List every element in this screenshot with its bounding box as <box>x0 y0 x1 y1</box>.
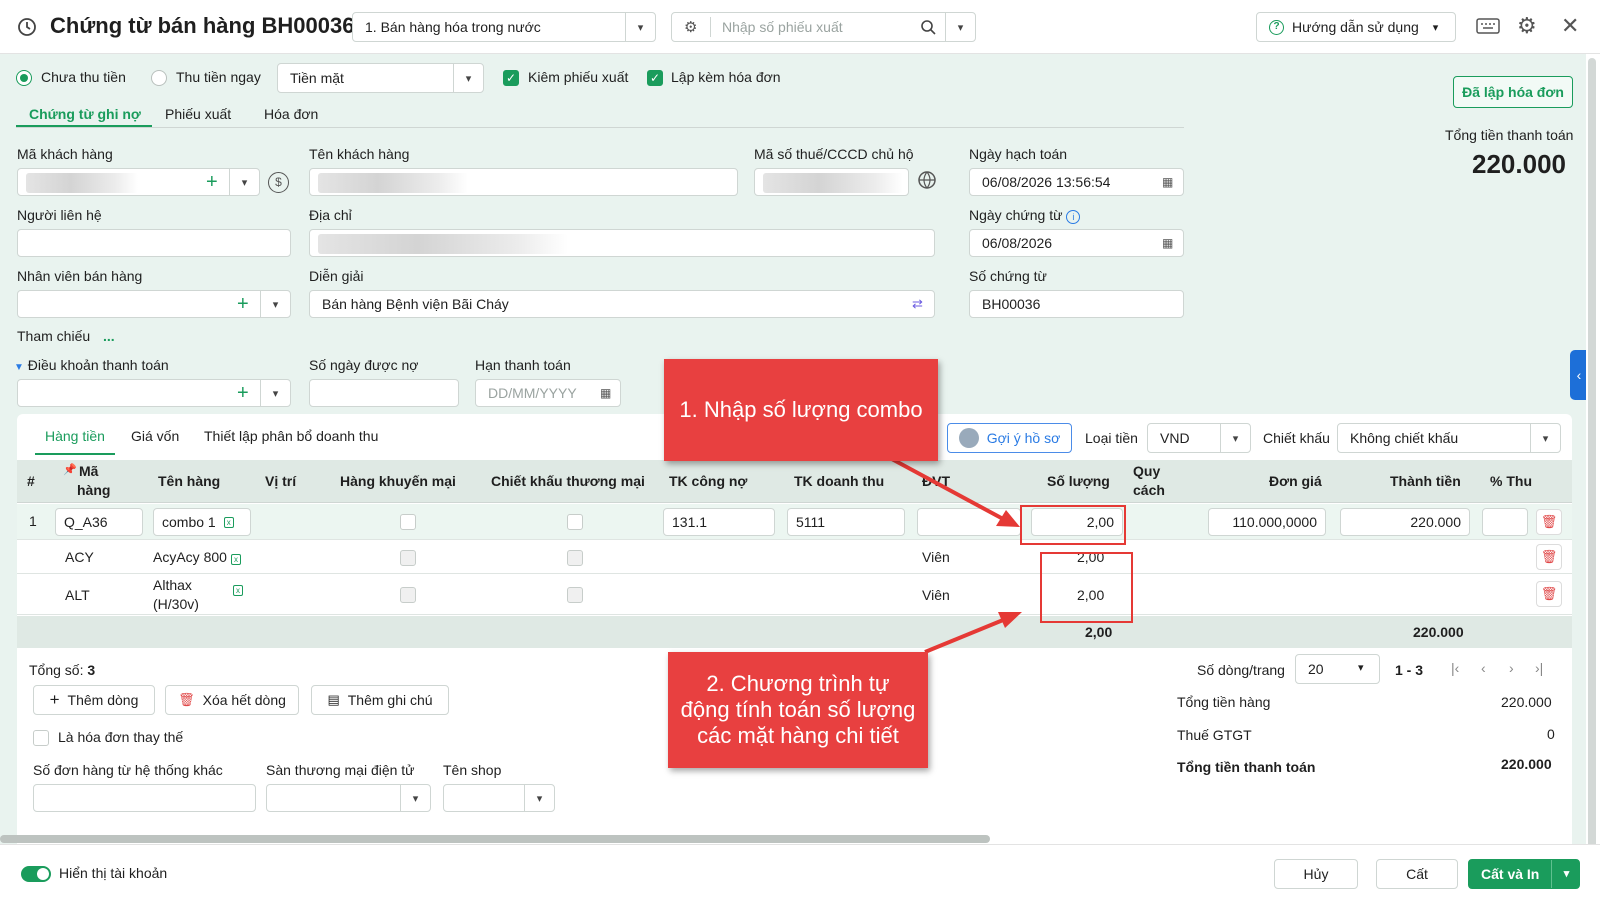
callout-auto-calculate: 2. Chương trình tự động tính toán số lượ… <box>668 652 928 768</box>
callout-enter-combo-quantity: 1. Nhập số lượng combo <box>664 359 938 461</box>
